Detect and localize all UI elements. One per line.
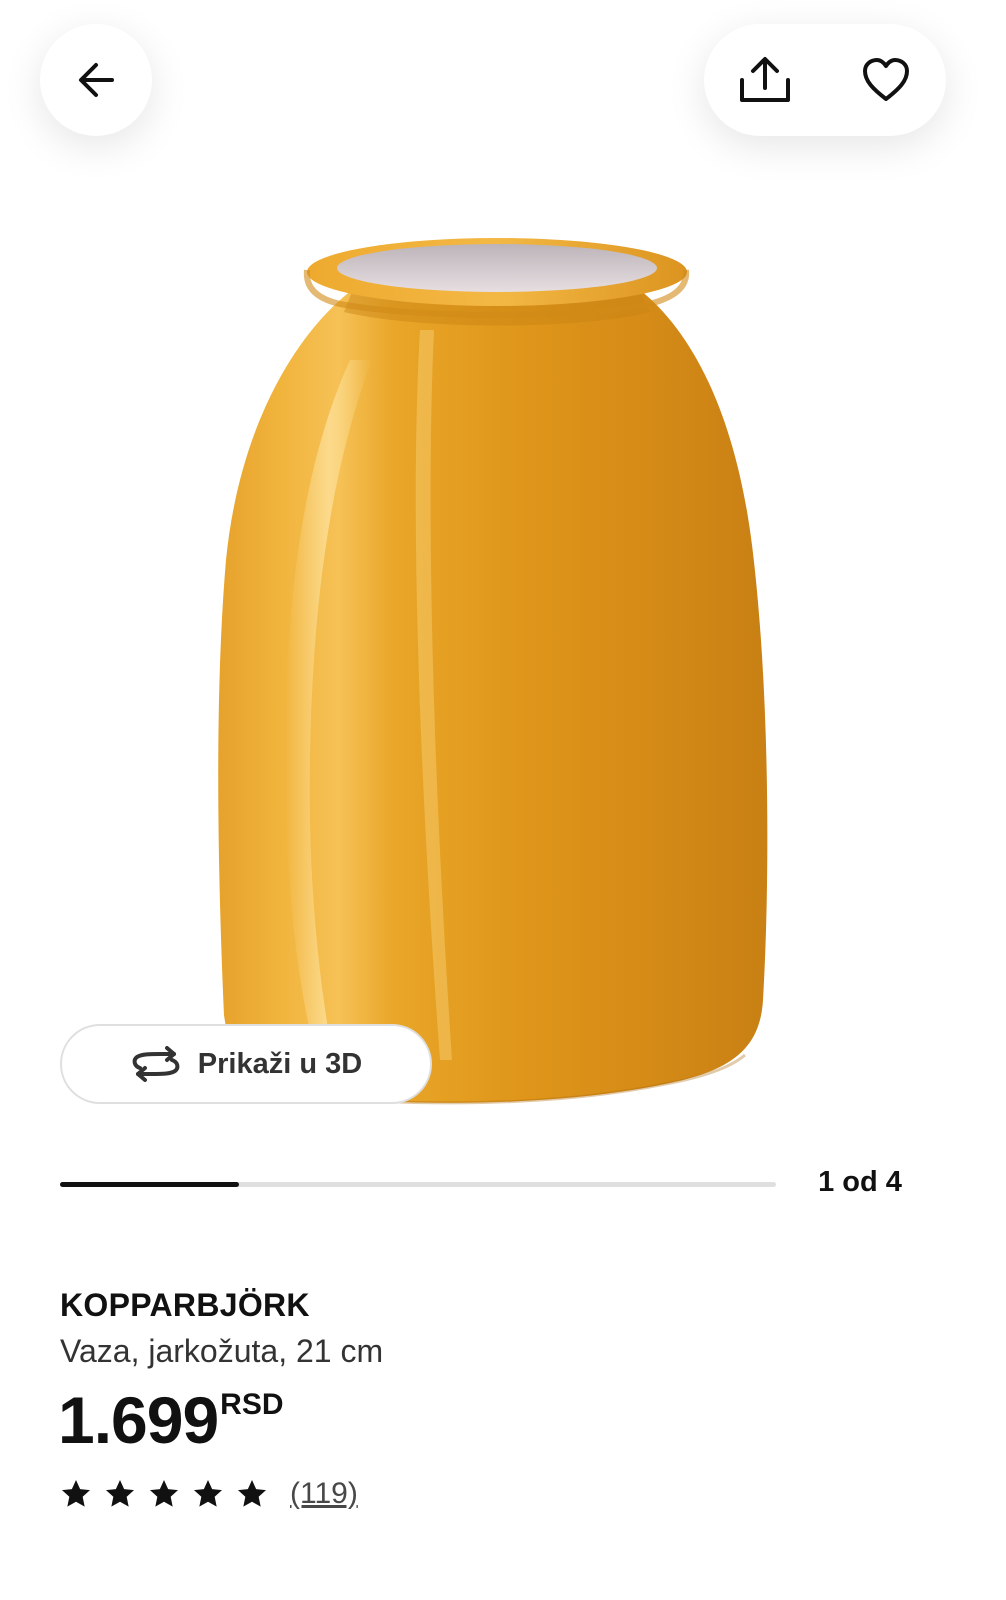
rating-stars <box>60 1478 280 1510</box>
view-3d-button[interactable]: Prikaži u 3D <box>60 1024 432 1104</box>
rating[interactable]: (119) <box>60 1474 358 1514</box>
price-currency: RSD <box>220 1388 284 1421</box>
product-image <box>218 238 768 1105</box>
back-button[interactable] <box>40 24 152 136</box>
rotate-3d-icon <box>132 1046 180 1082</box>
arrow-left-icon <box>79 63 114 97</box>
star-icon <box>150 1480 178 1507</box>
favorite-button[interactable] <box>836 30 936 130</box>
view-3d-label: Prikaži u 3D <box>197 1047 363 1080</box>
gallery-counter: 1 od 4 <box>818 1166 902 1198</box>
gallery-progress-bar[interactable] <box>60 1182 776 1187</box>
star-icon <box>238 1480 266 1507</box>
star-icon <box>194 1480 222 1507</box>
price-amount: 1.699 <box>58 1383 219 1457</box>
product-name: KOPPARBJÖRK <box>60 1287 310 1323</box>
heart-icon <box>862 58 909 101</box>
star-icon <box>106 1480 134 1507</box>
product-description: Vaza, jarkožuta, 21 cm <box>60 1333 384 1369</box>
price: 1.699 RSD <box>58 1382 284 1458</box>
action-pill <box>704 24 946 136</box>
star-icon <box>62 1480 90 1507</box>
share-button[interactable] <box>715 30 815 130</box>
gallery-progress-fill <box>60 1182 239 1187</box>
share-icon <box>739 57 790 102</box>
review-count-link[interactable]: (119) <box>290 1477 358 1511</box>
